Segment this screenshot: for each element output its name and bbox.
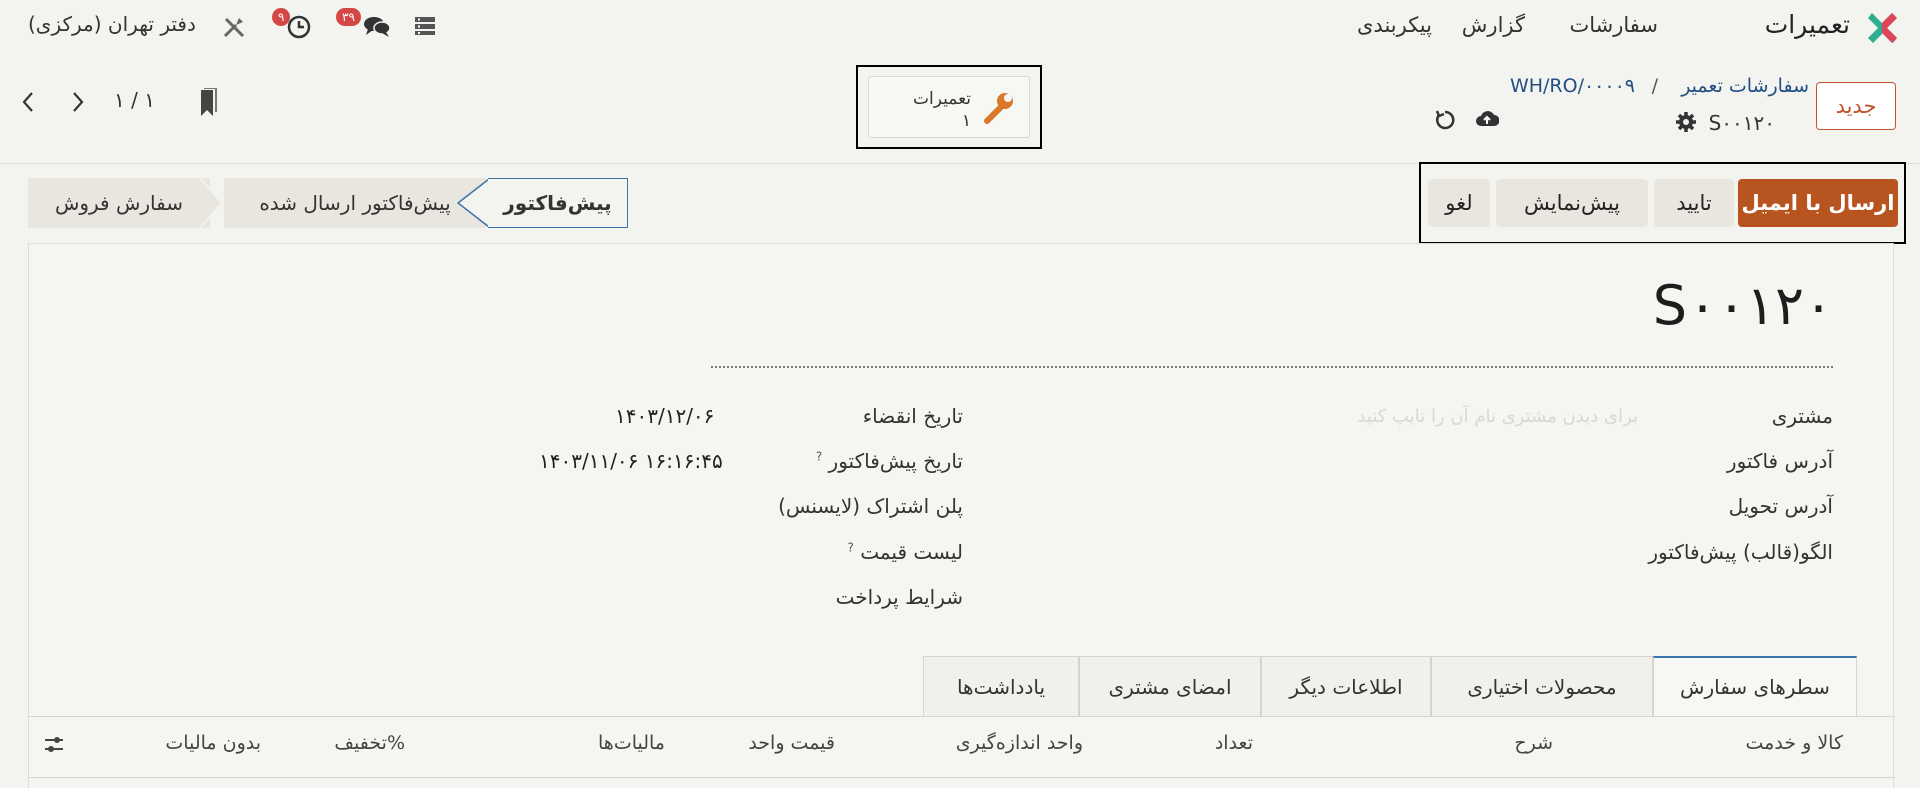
- menu-reporting[interactable]: گزارش: [1462, 13, 1525, 37]
- repairs-smart-button[interactable]: تعمیرات ۱: [868, 76, 1030, 138]
- col-discount[interactable]: تخفیف%: [334, 732, 405, 754]
- discard-icon[interactable]: [1434, 109, 1456, 131]
- col-quantity[interactable]: تعداد: [1215, 732, 1253, 754]
- title-divider: [711, 366, 1833, 368]
- stage-arrow-active: [456, 178, 490, 228]
- pager-value[interactable]: ۱ / ۱: [114, 88, 155, 112]
- menu-orders[interactable]: سفارشات: [1569, 13, 1658, 37]
- save-cloud-icon[interactable]: [1475, 108, 1499, 130]
- stage-quotation[interactable]: پیش‌فاکتور: [488, 178, 628, 228]
- tab-customer-signature[interactable]: امضای مشتری: [1079, 656, 1261, 716]
- help-icon[interactable]: ?: [816, 449, 822, 463]
- gear-icon[interactable]: [1675, 111, 1697, 133]
- col-unit-price[interactable]: قیمت واحد: [748, 732, 835, 754]
- preview-button[interactable]: پیش‌نمایش: [1496, 179, 1648, 227]
- database-icon[interactable]: [414, 16, 436, 36]
- customer-label: مشتری: [1771, 404, 1833, 428]
- breadcrumb-parent[interactable]: سفارشات تعمیر: [1681, 75, 1809, 97]
- messages-badge: ۳۹: [336, 8, 361, 26]
- menu-configuration[interactable]: پیکربندی: [1357, 13, 1432, 37]
- col-taxes[interactable]: مالیات‌ها: [598, 732, 665, 754]
- form-sheet: S۰۰۱۲۰ مشتری برای دیدن مشتری نام آن را ت…: [27, 243, 1895, 788]
- tab-order-lines[interactable]: سطرهای سفارش: [1653, 656, 1857, 716]
- delivery-address-label: آدرس تحویل: [1728, 494, 1833, 518]
- confirm-button[interactable]: تایید: [1654, 179, 1734, 227]
- expiration-label: تاریخ انقضاء: [862, 404, 963, 428]
- smart-button-label: تعمیرات: [913, 89, 971, 109]
- tab-other-info[interactable]: اطلاعات دیگر: [1261, 656, 1431, 716]
- subscription-plan-label: پلن اشتراک (لایسنس): [778, 494, 963, 518]
- action-buttons-highlight: ارسال با ایمیل تایید پیش‌نمایش لغو: [1419, 162, 1906, 244]
- col-tax-excluded[interactable]: بدون مالیات: [165, 732, 261, 754]
- smart-button-value: ۱: [961, 111, 971, 131]
- cancel-button[interactable]: لغو: [1428, 179, 1490, 227]
- tab-notes[interactable]: یادداشت‌ها: [923, 656, 1079, 716]
- order-title: S۰۰۱۲۰: [1652, 274, 1833, 337]
- tab-optional-products[interactable]: محصولات اختیاری: [1431, 656, 1653, 716]
- tabs-divider: [29, 716, 1895, 717]
- app-logo-icon[interactable]: [1864, 10, 1900, 46]
- messages-icon[interactable]: [362, 14, 392, 38]
- quotation-date-value[interactable]: ۱۴۰۳/۱۱/۰۶ ۱۶:۱۶:۴۵: [539, 449, 723, 473]
- col-uom[interactable]: واحد اندازه‌گیری: [956, 732, 1083, 754]
- table-header-divider: [29, 777, 1895, 778]
- top-navbar: تعمیرات سفارشات گزارش پیکربندی ۳۹ ۹ دفتر…: [0, 0, 1920, 52]
- payment-terms-label: شرایط پرداخت: [835, 585, 963, 609]
- customer-input[interactable]: برای دیدن مشتری نام آن را تایپ کنید: [1357, 406, 1638, 427]
- column-settings-icon[interactable]: [43, 734, 65, 756]
- stage-sale-order[interactable]: سفارش فروش: [28, 178, 210, 228]
- pricelist-label: ? لیست قیمت: [848, 540, 964, 564]
- col-product[interactable]: کالا و خدمت: [1746, 732, 1843, 754]
- send-by-email-button[interactable]: ارسال با ایمیل: [1738, 179, 1898, 227]
- tools-icon[interactable]: [222, 15, 246, 39]
- quotation-date-label-text: تاریخ پیش‌فاکتور: [828, 449, 963, 473]
- invoice-address-label: آدرس فاکتور: [1726, 449, 1833, 473]
- col-description[interactable]: شرح: [1514, 732, 1553, 754]
- breadcrumb-current[interactable]: WH/RO/۰۰۰۰۹: [1510, 75, 1635, 97]
- breadcrumb-separator: /: [1651, 75, 1658, 97]
- bookmark-icon[interactable]: [197, 88, 217, 118]
- status-bar: سفارش فروش پیش‌فاکتور ارسال شده پیش‌فاکت…: [28, 178, 628, 228]
- pricelist-label-text: لیست قیمت: [860, 540, 963, 564]
- wrench-icon: [984, 93, 1013, 124]
- stage-arrow: [200, 178, 224, 228]
- record-name: S۰۰۱۲۰: [1708, 111, 1775, 135]
- company-switcher[interactable]: دفتر تهران (مرکزی): [28, 12, 196, 36]
- app-name[interactable]: تعمیرات: [1765, 10, 1850, 39]
- chevron-right-icon[interactable]: [70, 90, 86, 114]
- stage-quotation-sent[interactable]: پیش‌فاکتور ارسال شده: [224, 178, 486, 228]
- quotation-template-label: الگو(قالب) پیش‌فاکتور: [1648, 540, 1833, 564]
- help-icon[interactable]: ?: [848, 540, 854, 554]
- quotation-date-label: ? تاریخ پیش‌فاکتور: [816, 449, 963, 473]
- expiration-value[interactable]: ۱۴۰۳/۱۲/۰۶: [615, 404, 714, 428]
- chevron-left-icon[interactable]: [20, 90, 36, 114]
- notebook-tabs: سطرهای سفارش محصولات اختیاری اطلاعات دیگ…: [27, 656, 1893, 716]
- new-button[interactable]: جدید: [1816, 82, 1896, 130]
- smart-button-highlight: تعمیرات ۱: [856, 65, 1042, 149]
